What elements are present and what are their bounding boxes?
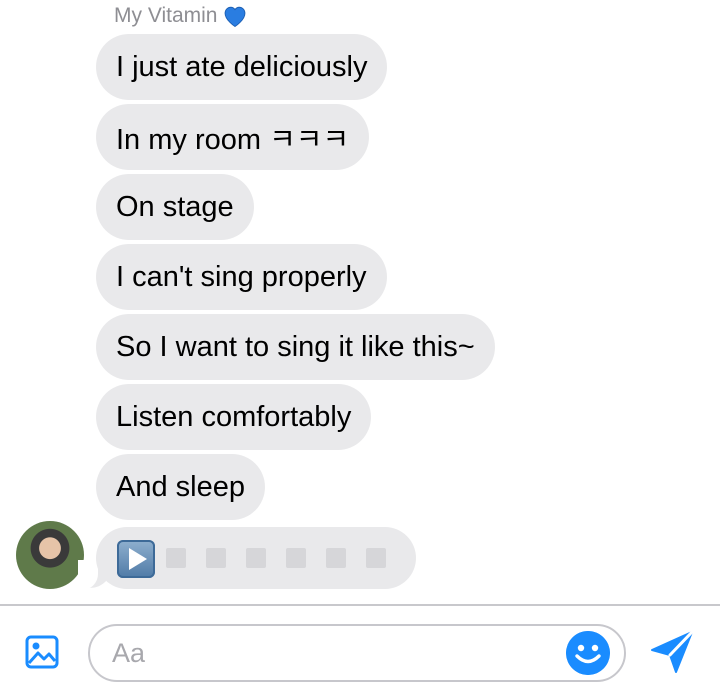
message-bubble[interactable]: On stage xyxy=(96,174,254,240)
message-text: Listen comfortably xyxy=(116,400,352,433)
waveform-segment xyxy=(366,548,386,568)
waveform-segment xyxy=(246,548,266,568)
waveform-segment xyxy=(206,548,226,568)
message-input[interactable] xyxy=(88,624,626,682)
message-bubble[interactable]: I just ate deliciously xyxy=(96,34,388,100)
composer-divider xyxy=(0,604,720,606)
play-icon[interactable] xyxy=(117,540,155,578)
message-text: In my room ㅋㅋㅋ xyxy=(116,124,350,156)
image-icon[interactable] xyxy=(24,634,60,670)
send-icon[interactable] xyxy=(648,628,696,676)
waveform-segment xyxy=(166,548,186,568)
message-text: I can't sing properly xyxy=(116,260,367,293)
message-text: I just ate deliciously xyxy=(116,50,368,83)
message-text: On stage xyxy=(116,190,234,223)
blue-heart-icon xyxy=(225,6,246,28)
sender-avatar[interactable] xyxy=(16,521,84,589)
waveform-segment xyxy=(326,548,346,568)
message-text: So I want to sing it like this~ xyxy=(116,330,475,363)
waveform-segment xyxy=(286,548,306,568)
message-bubble[interactable]: Listen comfortably xyxy=(96,384,372,450)
message-bubble[interactable]: So I want to sing it like this~ xyxy=(96,314,495,380)
message-bubble[interactable]: I can't sing properly xyxy=(96,244,387,310)
message-bubble[interactable]: In my room ㅋㅋㅋ xyxy=(96,104,370,170)
message-bubble[interactable]: And sleep xyxy=(96,454,265,520)
smiley-icon[interactable] xyxy=(566,631,610,675)
sender-name-text: My Vitamin xyxy=(114,4,218,27)
sender-name: My Vitamin xyxy=(114,2,249,30)
message-text: And sleep xyxy=(116,470,245,503)
